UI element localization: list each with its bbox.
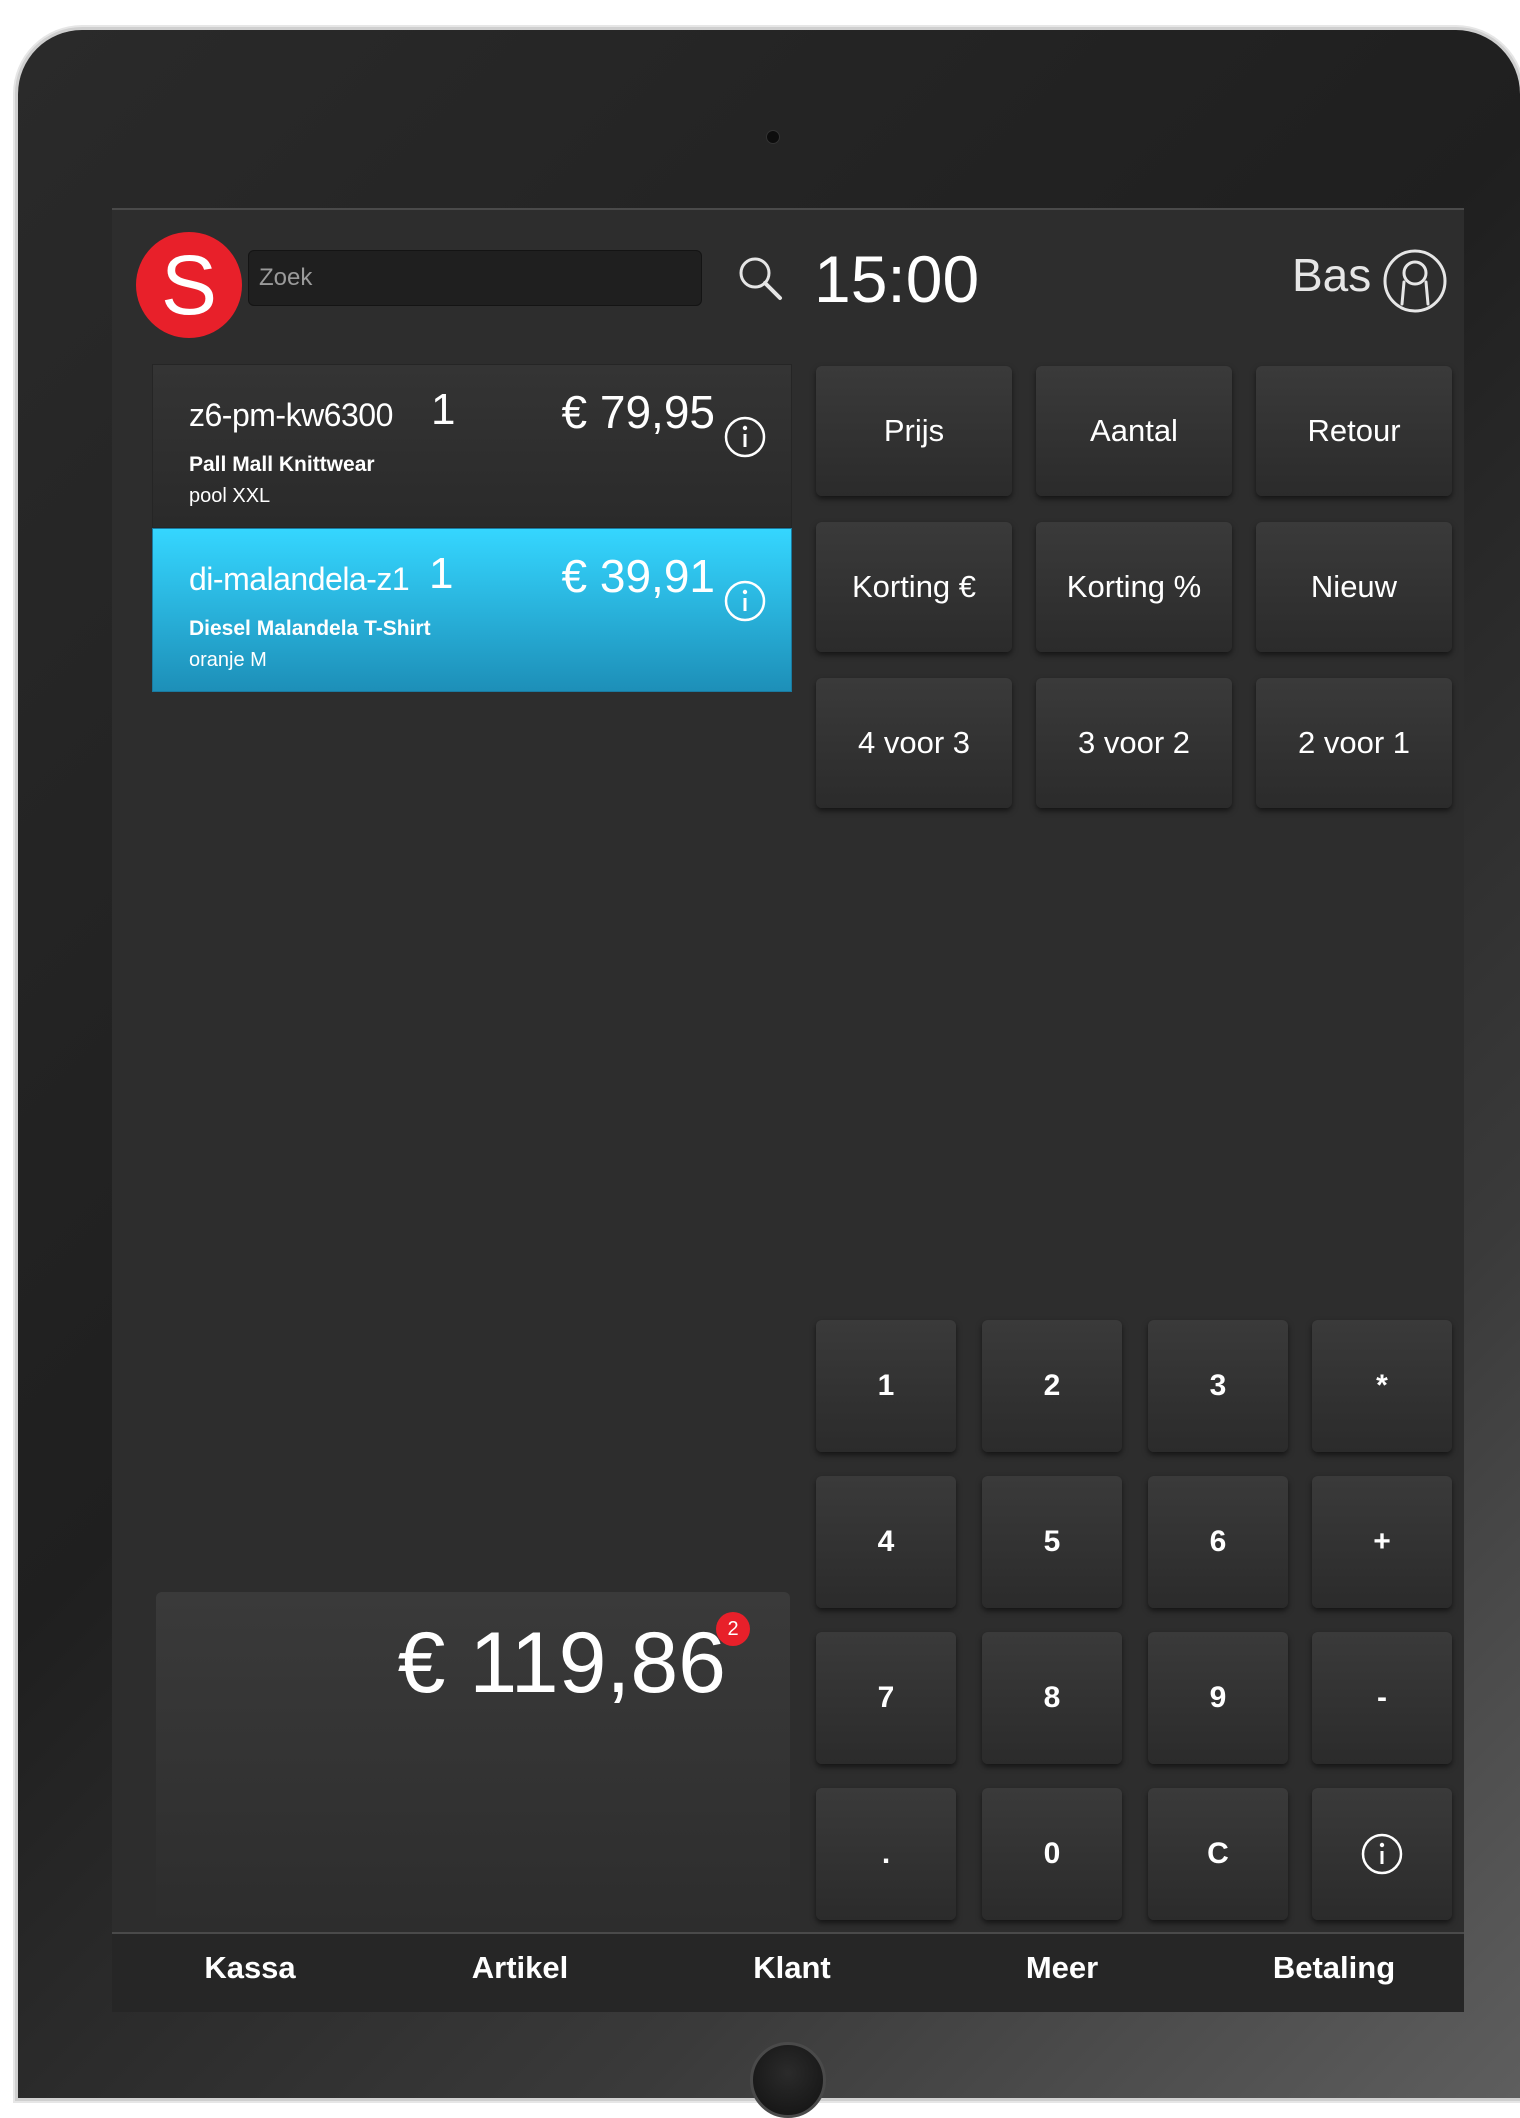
info-icon[interactable]	[723, 415, 767, 459]
key-plus[interactable]: +	[1312, 1476, 1452, 1608]
key-info[interactable]	[1312, 1788, 1452, 1920]
discount-amount-button[interactable]: Korting €	[816, 522, 1012, 652]
bottom-nav: Kassa Artikel Klant Meer Betaling	[112, 1932, 1464, 2012]
2-for-1-button[interactable]: 2 voor 1	[1256, 678, 1452, 808]
pos-screen: S 15:00 Bas z6-pm-kw6300 1 € 79,95 Pall …	[112, 208, 1464, 2012]
item-price: € 79,95	[561, 386, 715, 438]
cart-item-selected[interactable]: di-malandela-z1 1 € 39,91 Diesel Malande…	[152, 528, 792, 692]
key-9[interactable]: 9	[1148, 1632, 1288, 1764]
4-for-3-button[interactable]: 4 voor 3	[816, 678, 1012, 808]
search-icon[interactable]	[734, 252, 786, 304]
item-name: Diesel Malandela T-Shirt	[189, 617, 431, 640]
key-1[interactable]: 1	[816, 1320, 956, 1452]
home-button[interactable]	[750, 2042, 826, 2118]
tablet-frame: S 15:00 Bas z6-pm-kw6300 1 € 79,95 Pall …	[18, 30, 1520, 2118]
discount-percent-button[interactable]: Korting %	[1036, 522, 1232, 652]
total-amount: € 119,86	[397, 1615, 726, 1711]
key-multiply[interactable]: *	[1312, 1320, 1452, 1452]
key-3[interactable]: 3	[1148, 1320, 1288, 1452]
nav-artikel[interactable]: Artikel	[400, 1950, 640, 1986]
key-6[interactable]: 6	[1148, 1476, 1288, 1608]
key-clear[interactable]: C	[1148, 1788, 1288, 1920]
item-variant: oranje M	[189, 649, 267, 671]
item-count-badge: 2	[716, 1612, 750, 1646]
key-decimal[interactable]: .	[816, 1788, 956, 1920]
item-name: Pall Mall Knittwear	[189, 453, 375, 476]
return-button[interactable]: Retour	[1256, 366, 1452, 496]
key-5[interactable]: 5	[982, 1476, 1122, 1608]
clock-time: 15:00	[814, 242, 980, 316]
3-for-2-button[interactable]: 3 voor 2	[1036, 678, 1232, 808]
search-input[interactable]	[248, 250, 702, 306]
user-icon[interactable]	[1382, 248, 1448, 314]
item-sku: di-malandela-z1	[189, 561, 410, 597]
user-name[interactable]: Bas	[1292, 252, 1371, 298]
top-divider	[112, 208, 1464, 210]
quantity-button[interactable]: Aantal	[1036, 366, 1232, 496]
key-7[interactable]: 7	[816, 1632, 956, 1764]
price-button[interactable]: Prijs	[816, 366, 1012, 496]
nav-betaling[interactable]: Betaling	[1214, 1950, 1454, 1986]
item-price: € 39,91	[561, 550, 715, 602]
key-8[interactable]: 8	[982, 1632, 1122, 1764]
info-icon	[1361, 1833, 1403, 1875]
logo-letter: S	[160, 238, 218, 332]
item-variant: pool XXL	[189, 485, 271, 507]
item-sku: z6-pm-kw6300	[189, 397, 393, 433]
item-qty: 1	[429, 549, 454, 598]
nav-meer[interactable]: Meer	[942, 1950, 1182, 1986]
key-minus[interactable]: -	[1312, 1632, 1452, 1764]
key-2[interactable]: 2	[982, 1320, 1122, 1452]
total-panel[interactable]: € 119,86 2	[156, 1592, 790, 1952]
key-0[interactable]: 0	[982, 1788, 1122, 1920]
app-logo[interactable]: S	[136, 232, 242, 338]
info-icon[interactable]	[723, 579, 767, 623]
new-button[interactable]: Nieuw	[1256, 522, 1452, 652]
nav-kassa[interactable]: Kassa	[130, 1950, 370, 1986]
key-4[interactable]: 4	[816, 1476, 956, 1608]
nav-klant[interactable]: Klant	[672, 1950, 912, 1986]
item-qty: 1	[431, 385, 456, 434]
camera	[766, 130, 780, 144]
cart-item[interactable]: z6-pm-kw6300 1 € 79,95 Pall Mall Knittwe…	[152, 364, 792, 528]
